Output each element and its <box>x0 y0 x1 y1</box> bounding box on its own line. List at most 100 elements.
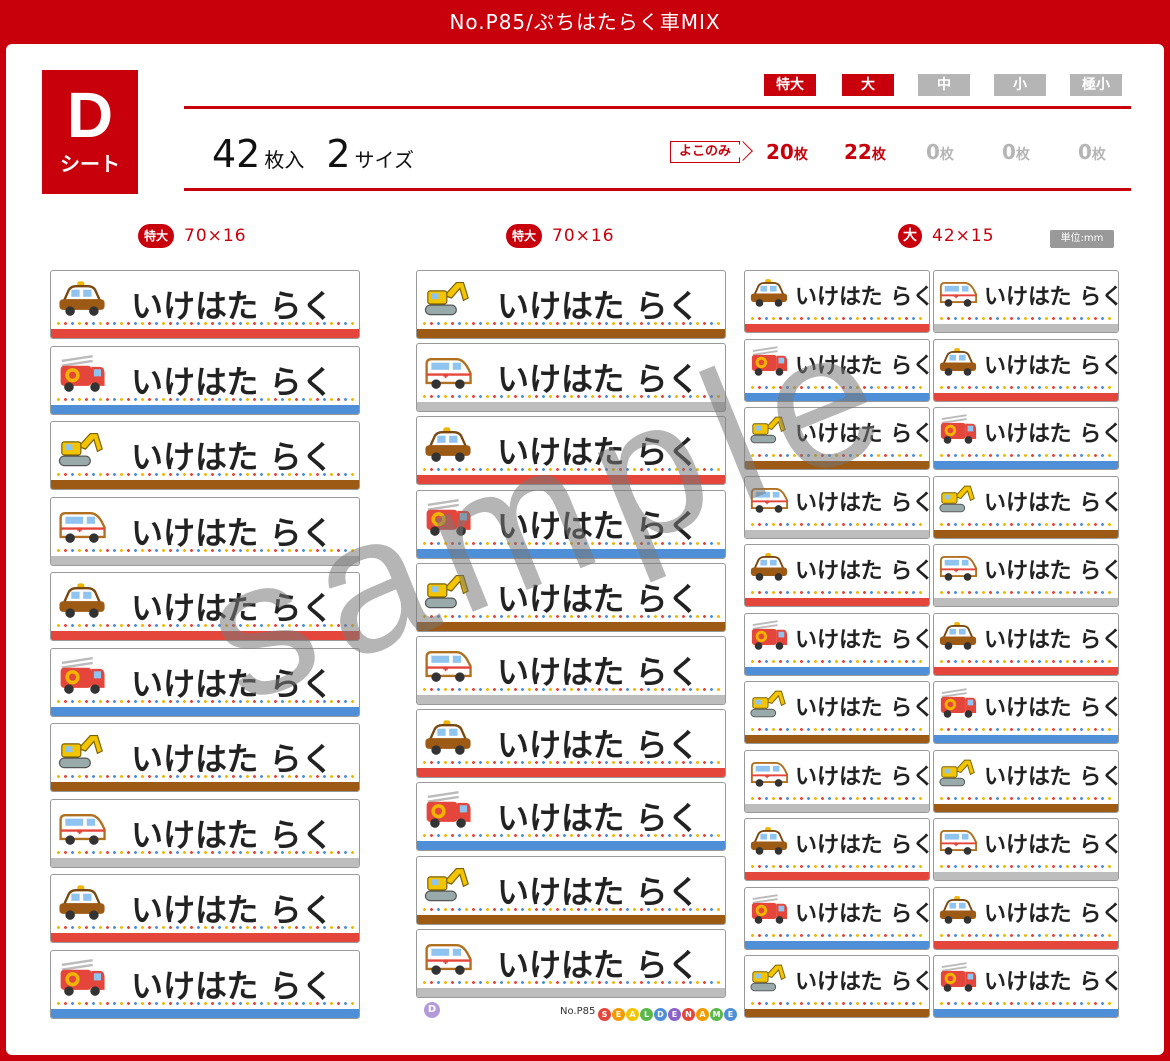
color-band <box>417 402 725 412</box>
color-band <box>745 392 929 401</box>
label-name-text: いけはた らく <box>497 360 700 399</box>
name-label: いけはた らく <box>416 343 726 413</box>
logo-letter: E <box>612 1008 625 1021</box>
name-label: いけはた らく <box>744 955 930 1018</box>
dotted-border <box>938 728 1114 731</box>
label-name-text: いけはた らく <box>984 833 1119 858</box>
label-name-text: いけはた らく <box>497 433 700 472</box>
dotted-border <box>938 796 1114 800</box>
page-title: No.P85/ぷちはたらく車MIX <box>449 10 721 34</box>
name-label: いけはた らく <box>744 612 930 676</box>
sizes-number: 2 <box>326 132 351 176</box>
label-name-text: いけはた らく <box>497 287 700 325</box>
color-band <box>51 1008 359 1018</box>
color-band <box>745 872 929 880</box>
label-name-text: いけはた らく <box>795 970 930 995</box>
dotted-border <box>421 468 721 472</box>
fire-car-icon <box>749 345 789 381</box>
dotted-border <box>938 385 1114 389</box>
police-car-icon <box>423 425 473 467</box>
color-band <box>417 768 725 778</box>
name-label: いけはた らく <box>744 475 930 539</box>
dotted-border <box>938 1002 1114 1005</box>
dotted-border <box>938 454 1114 457</box>
label-name-text: いけはた らく <box>131 438 334 476</box>
color-band <box>51 933 359 942</box>
color-band <box>51 329 359 338</box>
dotted-border <box>55 775 355 778</box>
label-name-text: いけはた らく <box>131 891 334 929</box>
name-label: いけはた らく <box>50 572 360 641</box>
name-label: いけはた らく <box>933 338 1119 402</box>
color-band <box>417 475 725 485</box>
digger-car-icon <box>749 962 789 997</box>
dotted-border <box>421 834 721 838</box>
fire-car-icon <box>938 962 978 997</box>
dotted-border <box>55 624 355 627</box>
size-tab: 中 <box>918 74 970 96</box>
label-dimensions: 42×15 <box>932 226 995 246</box>
label-name-text: いけはた らく <box>497 945 700 984</box>
color-band <box>51 857 359 867</box>
sizes-unit: サイズ <box>354 148 414 172</box>
label-name-text: いけはた らく <box>984 901 1119 927</box>
color-band <box>51 631 359 640</box>
fire-car-icon <box>57 958 107 1001</box>
label-name-text: いけはた らく <box>131 589 334 627</box>
color-band <box>51 555 359 565</box>
name-label: いけはた らく <box>50 798 360 868</box>
name-label: いけはた らく <box>744 407 930 470</box>
dotted-border <box>749 522 925 526</box>
quantity-number: 0 <box>1078 140 1092 164</box>
logo-letter: M <box>710 1008 723 1021</box>
label-name-text: いけはた らく <box>984 285 1119 310</box>
color-band <box>934 803 1118 812</box>
dotted-border <box>749 728 925 731</box>
color-band <box>417 841 725 851</box>
label-name-text: いけはた らく <box>795 559 930 584</box>
name-label: いけはた らく <box>744 338 930 402</box>
name-label: いけはた らく <box>50 496 360 566</box>
dotted-border <box>55 548 355 552</box>
color-band <box>51 706 359 716</box>
ambulance-car-icon <box>938 825 978 860</box>
label-name-text: いけはた らく <box>795 422 930 447</box>
size-tab: 小 <box>994 74 1046 96</box>
dotted-border <box>749 796 925 800</box>
quantity-unit: 枚 <box>939 147 954 163</box>
label-name-text: いけはた らく <box>795 901 930 927</box>
dotted-border <box>749 865 925 868</box>
orientation-badge: よこのみ <box>670 141 741 163</box>
name-label: いけはた らく <box>933 544 1119 607</box>
color-band <box>745 735 929 743</box>
fire-car-icon <box>938 414 978 449</box>
sheet-badge: D シート <box>42 70 138 194</box>
logo-letter: N <box>682 1008 695 1021</box>
logo-letter: S <box>598 1008 611 1021</box>
dotted-border <box>938 317 1114 320</box>
dotted-border <box>938 659 1114 663</box>
label-name-text: いけはた らく <box>131 287 334 325</box>
name-label: いけはた らく <box>933 270 1119 333</box>
logo-letter: E <box>724 1008 737 1021</box>
police-car-icon <box>749 825 789 860</box>
ambulance-car-icon <box>423 938 473 980</box>
quantity-value: 0枚 <box>1078 140 1106 164</box>
color-band <box>417 914 725 924</box>
color-band <box>745 1009 929 1017</box>
fire-car-icon <box>423 791 473 833</box>
footer-logo: SEALDENAME <box>598 1002 738 1021</box>
color-band <box>934 461 1118 469</box>
color-band <box>745 803 929 812</box>
label-name-text: いけはた らく <box>497 872 700 911</box>
dotted-border <box>749 317 925 320</box>
quantity-value: 22枚 <box>844 140 886 164</box>
label-name-text: いけはた らく <box>795 833 930 858</box>
color-band <box>934 324 1118 332</box>
label-name-text: いけはた らく <box>795 353 930 379</box>
sheet-letter: D <box>66 79 114 151</box>
name-label: いけはた らく <box>933 955 1119 1018</box>
digger-car-icon <box>423 279 473 321</box>
color-band <box>745 598 929 606</box>
divider-top <box>184 106 1131 109</box>
